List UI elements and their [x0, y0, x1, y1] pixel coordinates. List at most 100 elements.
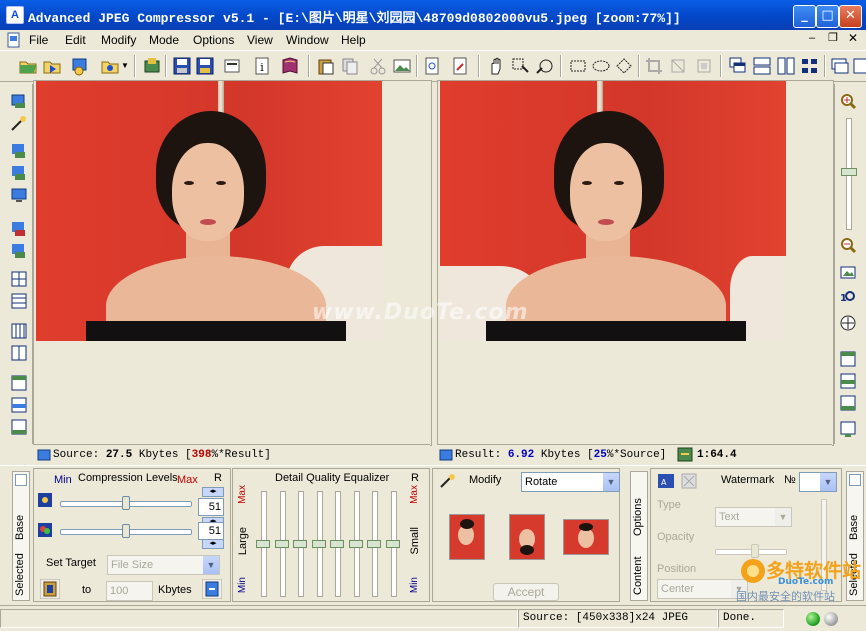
level1-value[interactable]: 51: [198, 498, 224, 516]
view-mode-1-icon[interactable]: [839, 350, 857, 368]
paste-icon[interactable]: [316, 56, 336, 76]
properties-icon[interactable]: [222, 56, 242, 76]
tab-selected[interactable]: Selected: [14, 552, 26, 598]
tab-options[interactable]: Options: [632, 492, 644, 542]
level2-value[interactable]: 51: [198, 522, 224, 540]
source-pane[interactable]: [33, 80, 432, 446]
tab-content[interactable]: Content: [632, 554, 644, 598]
open-folder-icon[interactable]: [18, 56, 38, 76]
ellipse-select-icon[interactable]: [591, 56, 611, 76]
arrange-icons-icon[interactable]: [800, 56, 820, 76]
columns-2-icon[interactable]: [10, 344, 28, 362]
chevron-down-icon[interactable]: ▼: [203, 556, 219, 574]
mdi-close-button[interactable]: ✕: [848, 31, 858, 45]
watermark-remove-icon[interactable]: [681, 473, 697, 489]
eq-band-knob[interactable]: [367, 540, 381, 548]
deselect-icon[interactable]: [668, 56, 688, 76]
close-button[interactable]: ✕: [839, 5, 862, 28]
crop-icon[interactable]: [644, 56, 664, 76]
help-book-icon[interactable]: [280, 56, 300, 76]
level1-spin-up[interactable]: ◂▸: [202, 487, 224, 497]
minimize-button[interactable]: _: [793, 5, 816, 28]
chevron-down-icon[interactable]: ▼: [820, 473, 836, 491]
view-mode-4-icon[interactable]: [839, 420, 857, 438]
base-checkbox[interactable]: [15, 474, 27, 486]
rotate-right-thumb[interactable]: [563, 519, 609, 555]
view-mode-2-icon[interactable]: [839, 372, 857, 390]
image-icon[interactable]: [392, 56, 412, 76]
eq-band-knob[interactable]: [311, 540, 326, 548]
menu-window[interactable]: Window: [286, 33, 329, 47]
copy-icon[interactable]: [340, 56, 360, 76]
save-icon[interactable]: [172, 56, 192, 76]
rectangle-select-icon[interactable]: [568, 56, 588, 76]
menu-edit[interactable]: Edit: [65, 33, 86, 47]
menu-file[interactable]: File: [29, 33, 48, 47]
actual-size-icon[interactable]: 1: [839, 288, 857, 306]
browse-icon[interactable]: [70, 56, 90, 76]
target-lock-icon[interactable]: [40, 579, 60, 599]
mdi-minimize-button[interactable]: –: [809, 32, 815, 44]
zoom-out-icon[interactable]: [839, 236, 857, 254]
apply-target-icon[interactable]: [202, 579, 222, 599]
eq-band-knob[interactable]: [274, 540, 289, 548]
menu-view[interactable]: View: [247, 33, 273, 47]
batch-icon[interactable]: [100, 56, 120, 76]
page-view-icon[interactable]: [422, 56, 442, 76]
navigator-icon[interactable]: [839, 314, 857, 332]
eq-band-knob[interactable]: [385, 540, 400, 548]
layout-1-icon[interactable]: [10, 374, 28, 392]
invert-select-icon[interactable]: [694, 56, 714, 76]
compress-icon[interactable]: [142, 56, 162, 76]
tile-horizontal-icon[interactable]: [752, 56, 772, 76]
hand-pan-icon[interactable]: [486, 56, 506, 76]
compare-2-icon[interactable]: [10, 242, 28, 260]
menu-mode[interactable]: Mode: [149, 33, 179, 47]
zoom-in-icon[interactable]: [839, 92, 857, 110]
grid-2-icon[interactable]: [10, 292, 28, 310]
tab-base[interactable]: Base: [14, 512, 26, 542]
tile-vertical-icon[interactable]: [776, 56, 796, 76]
watermark-base-checkbox[interactable]: [849, 474, 861, 486]
lasso-select-icon[interactable]: [614, 56, 634, 76]
auto-wand-icon[interactable]: [10, 114, 28, 132]
magic-wand-icon[interactable]: [534, 56, 554, 76]
info-icon[interactable]: i: [252, 56, 272, 76]
tab-watermark-base[interactable]: Base: [848, 512, 860, 542]
monitor-icon[interactable]: [10, 186, 28, 204]
menu-help[interactable]: Help: [341, 33, 366, 47]
select-rect-icon[interactable]: [510, 56, 530, 76]
target-mode-select[interactable]: File Size ▼: [107, 555, 220, 575]
level2-spin-down[interactable]: ◂▸: [202, 539, 224, 549]
document-icon[interactable]: [6, 32, 22, 48]
eq-band-knob[interactable]: [256, 540, 270, 548]
zoom-slider-thumb[interactable]: [841, 168, 857, 176]
report-icon[interactable]: [450, 56, 470, 76]
open-source-icon[interactable]: [10, 92, 28, 110]
menu-options[interactable]: Options: [193, 33, 234, 47]
save-as-icon[interactable]: [195, 56, 215, 76]
preview-1-icon[interactable]: [10, 142, 28, 160]
watermark-number-select[interactable]: ▼: [799, 472, 837, 492]
close-window-icon[interactable]: [852, 56, 866, 76]
title-bar[interactable]: A Advanced JPEG Compressor v5.1 - [E:\图片…: [0, 0, 866, 30]
target-value-input[interactable]: 100: [106, 581, 153, 601]
result-pane[interactable]: [437, 80, 834, 446]
columns-icon[interactable]: [10, 322, 28, 340]
open-next-icon[interactable]: [42, 56, 62, 76]
compare-icon[interactable]: [10, 220, 28, 238]
layout-3-icon[interactable]: [10, 418, 28, 436]
chevron-down-icon[interactable]: ▼: [121, 61, 129, 70]
chevron-down-icon[interactable]: ▼: [775, 508, 791, 526]
accept-button[interactable]: Accept: [493, 583, 559, 601]
level1-slider-thumb[interactable]: [122, 496, 130, 510]
mdi-restore-button[interactable]: ❐: [828, 31, 838, 44]
layout-2-icon[interactable]: [10, 396, 28, 414]
level2-slider-thumb[interactable]: [122, 524, 130, 538]
rotate-180-thumb[interactable]: [509, 514, 545, 560]
watermark-type-select[interactable]: Text ▼: [715, 507, 792, 527]
cut-icon[interactable]: [368, 56, 388, 76]
eq-band-knob[interactable]: [293, 540, 307, 548]
watermark-position-select[interactable]: Center ▼: [657, 579, 748, 599]
view-mode-3-icon[interactable]: [839, 394, 857, 412]
